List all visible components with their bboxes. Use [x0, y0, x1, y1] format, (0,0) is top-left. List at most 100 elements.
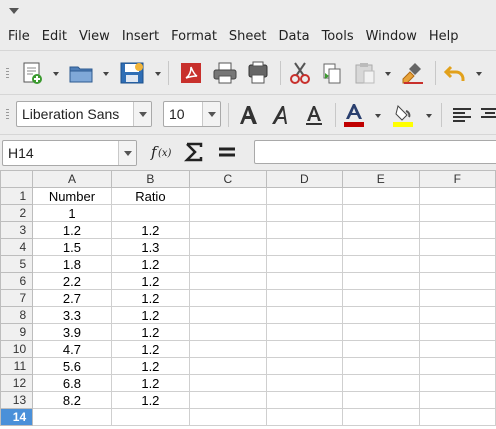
align-center-button[interactable]: [480, 101, 496, 129]
cell-b[interactable]: 1.2: [110, 374, 191, 392]
row-header[interactable]: 13: [0, 391, 34, 409]
cell[interactable]: [189, 374, 267, 392]
cell-a[interactable]: Number: [32, 187, 112, 205]
cell-b[interactable]: Ratio: [110, 187, 191, 205]
underline-button[interactable]: [300, 101, 328, 129]
cell[interactable]: [265, 221, 344, 239]
undo-button[interactable]: [441, 59, 469, 87]
new-dropdown-icon[interactable]: [53, 72, 59, 76]
cell-a[interactable]: 1.8: [32, 255, 112, 273]
menu-insert[interactable]: Insert: [116, 25, 165, 49]
cell-b[interactable]: 1.2: [110, 255, 191, 273]
cell[interactable]: [265, 357, 344, 375]
cell[interactable]: [189, 289, 267, 307]
export-pdf-button[interactable]: [176, 59, 206, 87]
open-button[interactable]: [66, 59, 96, 87]
cell[interactable]: [342, 306, 420, 324]
row-header[interactable]: 14: [0, 408, 34, 426]
cell[interactable]: [265, 255, 344, 273]
copy-button[interactable]: [318, 59, 346, 87]
cell[interactable]: [342, 204, 420, 222]
align-left-button[interactable]: [448, 101, 476, 129]
cell[interactable]: [418, 306, 496, 324]
cell-b[interactable]: 1.2: [110, 289, 191, 307]
cell[interactable]: [265, 289, 344, 307]
cell-b[interactable]: 1.2: [110, 306, 191, 324]
cell-b[interactable]: 1.2: [110, 391, 191, 409]
function-wizard-button[interactable]: f (x): [148, 138, 176, 166]
cell[interactable]: [265, 391, 344, 409]
row-header[interactable]: 5: [0, 255, 34, 273]
cell-b[interactable]: [110, 408, 191, 426]
cell[interactable]: [342, 255, 420, 273]
column-header[interactable]: E: [342, 170, 420, 188]
cell[interactable]: [189, 391, 267, 409]
formula-button[interactable]: [213, 138, 241, 166]
italic-button[interactable]: [267, 101, 295, 129]
cell[interactable]: [418, 357, 496, 375]
cell[interactable]: [418, 374, 496, 392]
font-color-button[interactable]: [340, 101, 368, 129]
cell-a[interactable]: 1.2: [32, 221, 112, 239]
cell[interactable]: [189, 204, 267, 222]
cell[interactable]: [189, 255, 267, 273]
cell[interactable]: [189, 306, 267, 324]
cell[interactable]: [265, 323, 344, 341]
cell-a[interactable]: 1: [32, 204, 112, 222]
row-header[interactable]: 4: [0, 238, 34, 256]
column-header[interactable]: D: [265, 170, 344, 188]
cell[interactable]: [418, 272, 496, 290]
font-color-dropdown-icon[interactable]: [375, 114, 381, 118]
cell-b[interactable]: [110, 204, 191, 222]
cell[interactable]: [265, 204, 344, 222]
bold-button[interactable]: [234, 101, 262, 129]
print-button[interactable]: [210, 59, 240, 87]
menu-format[interactable]: Format: [165, 25, 223, 49]
menu-edit[interactable]: Edit: [36, 25, 73, 49]
cell[interactable]: [418, 204, 496, 222]
column-header[interactable]: F: [418, 170, 496, 188]
cell-a[interactable]: [32, 408, 112, 426]
menu-help[interactable]: Help: [423, 25, 465, 49]
column-header[interactable]: B: [110, 170, 191, 188]
cell[interactable]: [418, 289, 496, 307]
menu-view[interactable]: View: [73, 25, 116, 49]
undo-dropdown-icon[interactable]: [476, 72, 482, 76]
cell-b[interactable]: 1.2: [110, 272, 191, 290]
cut-button[interactable]: [286, 59, 314, 87]
new-document-button[interactable]: [18, 59, 46, 87]
paste-button[interactable]: [350, 59, 380, 87]
cell[interactable]: [265, 187, 344, 205]
row-header[interactable]: 9: [0, 323, 34, 341]
cell[interactable]: [342, 323, 420, 341]
cell[interactable]: [265, 238, 344, 256]
chevron-down-icon[interactable]: [133, 102, 151, 126]
menu-file[interactable]: File: [2, 25, 36, 49]
cell[interactable]: [342, 187, 420, 205]
row-header[interactable]: 7: [0, 289, 34, 307]
cell[interactable]: [342, 272, 420, 290]
cell[interactable]: [342, 221, 420, 239]
menu-data[interactable]: Data: [273, 25, 316, 49]
font-size-combo[interactable]: 10: [163, 101, 221, 127]
toolbar-grip[interactable]: [6, 68, 9, 78]
row-header[interactable]: 3: [0, 221, 34, 239]
cell[interactable]: [189, 357, 267, 375]
cell[interactable]: [342, 357, 420, 375]
cell[interactable]: [418, 255, 496, 273]
cell-a[interactable]: 2.7: [32, 289, 112, 307]
cell[interactable]: [418, 323, 496, 341]
cell[interactable]: [418, 340, 496, 358]
row-header[interactable]: 6: [0, 272, 34, 290]
name-box[interactable]: H14: [2, 140, 137, 166]
cell-a[interactable]: 1.5: [32, 238, 112, 256]
toolbar-grip[interactable]: [6, 109, 9, 119]
cell[interactable]: [342, 408, 420, 426]
cell-a[interactable]: 6.8: [32, 374, 112, 392]
cell[interactable]: [189, 272, 267, 290]
paste-dropdown-icon[interactable]: [385, 72, 391, 76]
cell[interactable]: [342, 238, 420, 256]
row-header[interactable]: 10: [0, 340, 34, 358]
font-name-combo[interactable]: Liberation Sans: [16, 101, 152, 127]
cell[interactable]: [265, 340, 344, 358]
